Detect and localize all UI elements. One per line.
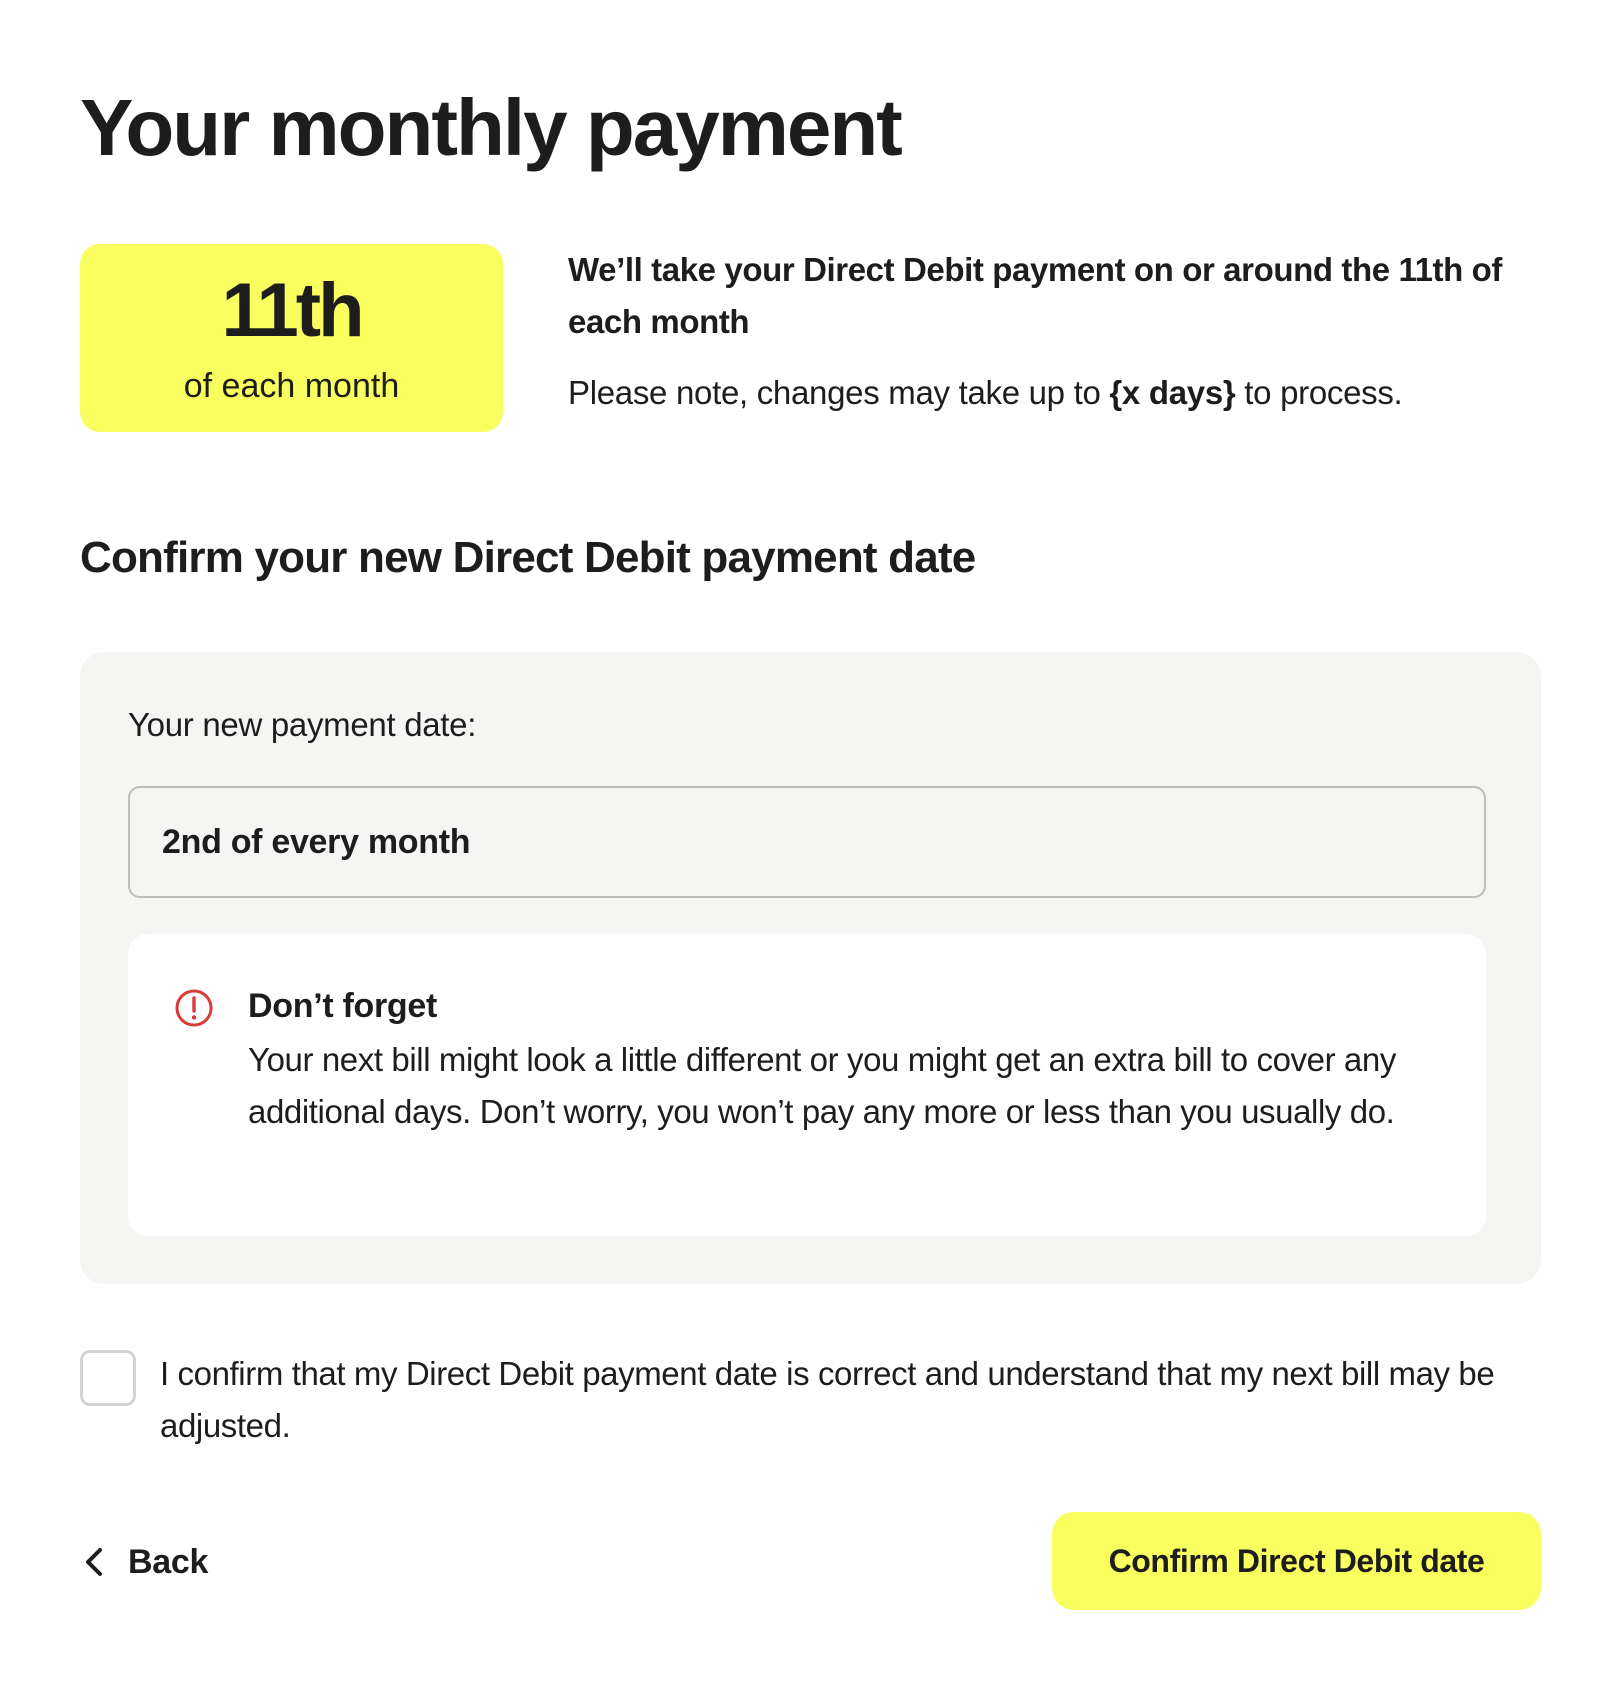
- new-date-label: Your new payment date:: [128, 706, 477, 743]
- note-suffix: to process.: [1235, 374, 1403, 411]
- current-payment-subtitle: of each month: [183, 367, 400, 405]
- confirm-checkbox[interactable]: [80, 1350, 136, 1406]
- new-date-field: 2nd of every month: [128, 786, 1486, 898]
- payment-info-note: Please note, changes may take up to {x d…: [568, 370, 1540, 416]
- current-payment-day: 11th: [221, 268, 364, 353]
- payment-info: We’ll take your Direct Debit payment on …: [568, 244, 1540, 416]
- page-title: Your monthly payment: [80, 83, 903, 172]
- note-prefix: Please note, changes may take up to: [568, 374, 1110, 411]
- back-button[interactable]: Back: [80, 1536, 208, 1588]
- payment-info-heading: We’ll take your Direct Debit payment on …: [568, 251, 1502, 340]
- confirm-checkbox-label[interactable]: I confirm that my Direct Debit payment d…: [160, 1348, 1540, 1452]
- new-date-value: 2nd of every month: [162, 823, 471, 861]
- back-label: Back: [128, 1542, 209, 1581]
- notice-title: Don’t forget: [248, 987, 438, 1025]
- notice-body: Your next bill might look a little diffe…: [248, 1041, 1396, 1130]
- alert-circle-icon: [175, 989, 213, 1027]
- confirm-direct-debit-date-button[interactable]: Confirm Direct Debit date: [1052, 1512, 1541, 1610]
- dont-forget-notice: Don’t forget Your next bill might look a…: [128, 934, 1486, 1236]
- chevron-left-icon: [86, 1548, 102, 1576]
- confirm-section-heading: Confirm your new Direct Debit payment da…: [80, 533, 976, 582]
- note-emphasis: {x days}: [1109, 374, 1236, 411]
- current-payment-date-badge: 11th of each month: [80, 244, 503, 432]
